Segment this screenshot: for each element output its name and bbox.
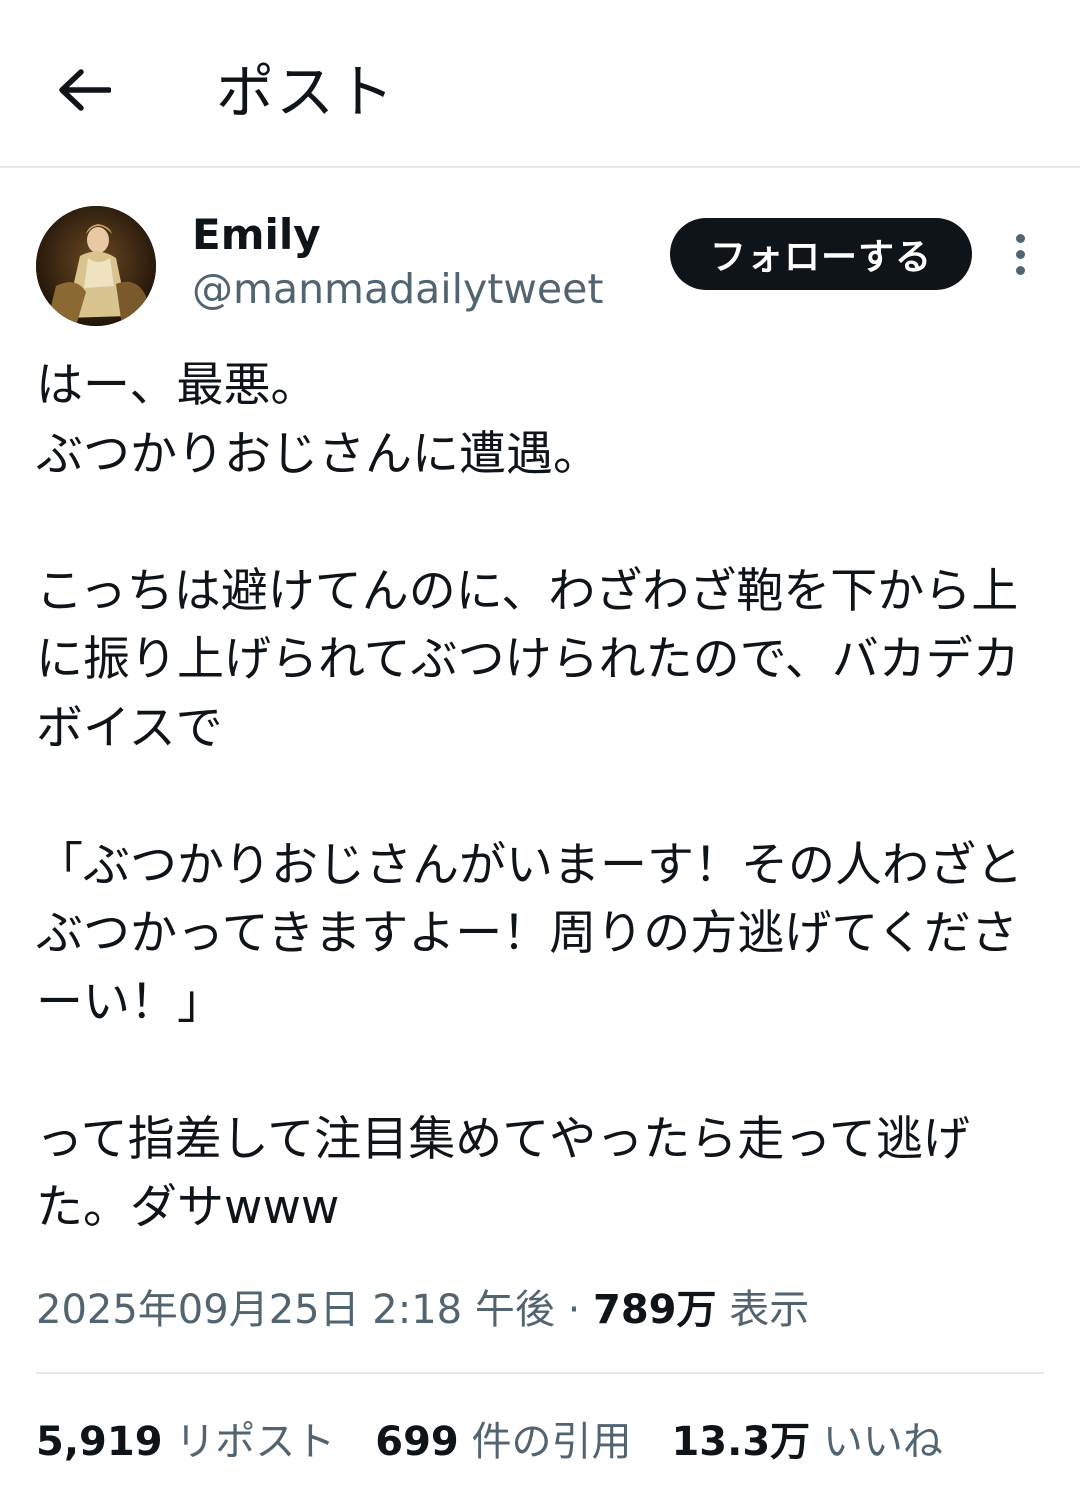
page-title: ポスト [216, 58, 397, 126]
reposts-stat[interactable]: 5,919 リポスト [36, 1412, 335, 1472]
reposts-count: 5,919 [36, 1419, 163, 1465]
author-handle[interactable]: @manmadailytweet [192, 262, 603, 316]
quotes-stat[interactable]: 699 件の引用 [375, 1412, 631, 1472]
views-label: 表示 [729, 1287, 810, 1333]
top-bar: ポスト [0, 0, 1080, 168]
more-dots-icon [1015, 233, 1025, 243]
arrow-left-icon [59, 69, 111, 111]
avatar-image [36, 206, 156, 326]
divider [36, 1372, 1044, 1374]
post-text: はー、最悪。 ぶつかりおじさんに遭遇。 こっちは避けてんのに、わざわざ鞄を下から… [36, 358, 1023, 1235]
quotes-count: 699 [375, 1419, 459, 1465]
more-options-button[interactable] [1000, 228, 1040, 280]
likes-label: いいね [822, 1419, 943, 1465]
avatar[interactable] [36, 206, 156, 326]
back-button[interactable] [52, 58, 116, 122]
follow-button[interactable]: フォローする [670, 218, 972, 290]
meta-separator: · [567, 1287, 581, 1333]
author-display-name[interactable]: Emily [192, 208, 321, 262]
post-meta: 2025年09月25日 2:18 午後 · 789万 表示 [36, 1280, 809, 1340]
likes-count: 13.3万 [671, 1419, 811, 1465]
post-timestamp[interactable]: 2025年09月25日 2:18 午後 [36, 1287, 555, 1333]
likes-stat[interactable]: 13.3万 いいね [671, 1412, 942, 1472]
engagement-stats: 5,919 リポスト 699 件の引用 13.3万 いいね [36, 1412, 943, 1472]
views-count: 789万 [593, 1287, 717, 1333]
reposts-label: リポスト [175, 1419, 336, 1465]
quotes-label: 件の引用 [471, 1419, 632, 1465]
